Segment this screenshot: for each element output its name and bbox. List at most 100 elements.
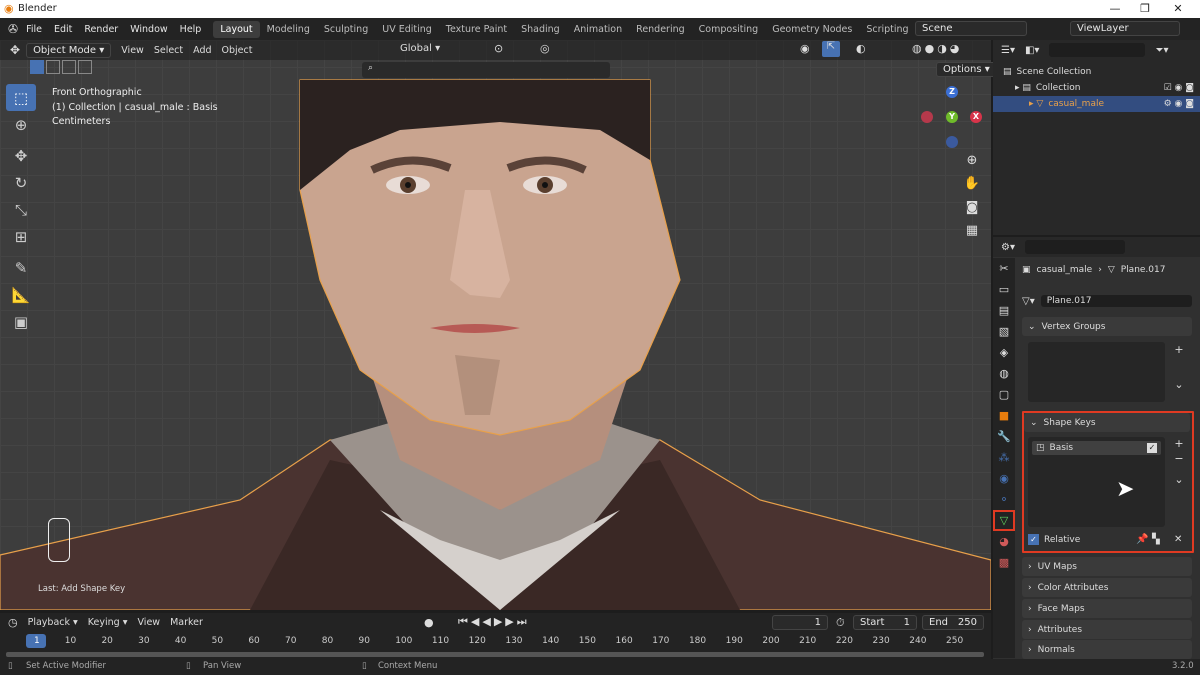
pin-icon[interactable]: 📌 bbox=[1136, 534, 1148, 545]
uv-maps-panel-header[interactable]: › UV Maps bbox=[1022, 557, 1192, 576]
close-button[interactable]: ✕ bbox=[1163, 2, 1193, 15]
visibility-icon[interactable]: ◉ bbox=[800, 42, 810, 55]
transform-orientation-dropdown[interactable]: Global ▾ bbox=[400, 43, 440, 54]
navigation-gizmo[interactable]: Z Y X bbox=[918, 84, 988, 154]
mesh-datablock-field[interactable]: ▽▾ Plane.017 bbox=[1022, 293, 1192, 309]
visibility-eye-icon[interactable]: ☑ ◉ ◙ bbox=[1164, 83, 1194, 93]
last-operation-panel[interactable]: Last: Add Shape Key bbox=[38, 584, 125, 594]
viewport-menu-object[interactable]: Object bbox=[222, 45, 253, 56]
filter-icon[interactable]: ⏷▾ bbox=[1155, 45, 1168, 56]
relative-checkbox[interactable]: ✓ Relative bbox=[1028, 534, 1080, 545]
mesh-data-tab-icon[interactable]: ▽ bbox=[993, 510, 1015, 531]
tab-sculpting[interactable]: Sculpting bbox=[317, 21, 375, 38]
tab-shading[interactable]: Shading bbox=[514, 21, 567, 38]
outliner-row-scene-collection[interactable]: ▤ Scene Collection bbox=[993, 64, 1200, 80]
modifier-tab-icon[interactable]: 🔧 bbox=[993, 426, 1015, 447]
z-axis-icon[interactable]: Z bbox=[946, 86, 958, 98]
marker-menu[interactable]: Marker bbox=[170, 617, 203, 628]
outliner-row-collection[interactable]: ▸ ▤ Collection ☑ ◉ ◙ bbox=[993, 80, 1200, 96]
shape-keys-panel-header[interactable]: ⌄ Shape Keys bbox=[1024, 413, 1190, 432]
viewport-search-bar[interactable]: ⌕ bbox=[362, 62, 610, 78]
outliner-editor-icon[interactable]: ☰▾ bbox=[1001, 45, 1015, 56]
properties-editor-icon[interactable]: ⚙▾ bbox=[1001, 242, 1015, 253]
viewport-menu-add[interactable]: Add bbox=[193, 45, 211, 56]
cursor-tool-icon[interactable]: ⊕ bbox=[6, 111, 36, 138]
playback-menu[interactable]: Playback ▾ bbox=[28, 617, 78, 628]
constraints-tab-icon[interactable]: ⚬ bbox=[993, 489, 1015, 510]
physics-tab-icon[interactable]: ◉ bbox=[993, 468, 1015, 489]
move-tool-icon[interactable]: ✥ bbox=[6, 142, 36, 169]
world-tab-icon[interactable]: ◍ bbox=[993, 363, 1015, 384]
output-tab-icon[interactable]: ▤ bbox=[993, 300, 1015, 321]
current-frame-field[interactable]: 1 bbox=[772, 615, 828, 630]
neg-x-axis-icon[interactable] bbox=[921, 111, 933, 123]
zoom-icon[interactable]: ⊕ bbox=[961, 150, 983, 172]
viewport-menu-view[interactable]: View bbox=[121, 45, 144, 56]
tab-layout[interactable]: Layout bbox=[213, 20, 260, 38]
blender-menu-icon[interactable]: ✇ bbox=[8, 22, 18, 36]
keying-menu[interactable]: Keying ▾ bbox=[88, 617, 128, 628]
color-attributes-panel-header[interactable]: › Color Attributes bbox=[1022, 578, 1192, 597]
maximize-button[interactable]: ❐ bbox=[1130, 2, 1160, 15]
snap-icon[interactable]: ⊙ bbox=[494, 42, 503, 55]
tool-tab-icon[interactable]: ✂ bbox=[993, 258, 1015, 279]
vertex-groups-list[interactable] bbox=[1028, 342, 1165, 402]
display-mode-icon[interactable]: ◧▾ bbox=[1025, 45, 1039, 56]
face-maps-panel-header[interactable]: › Face Maps bbox=[1022, 599, 1192, 618]
timeline-editor-icon[interactable]: ◷ bbox=[8, 616, 18, 629]
rotate-tool-icon[interactable]: ↻ bbox=[6, 169, 36, 196]
timeline-view-menu[interactable]: View bbox=[138, 617, 161, 628]
shape-keys-list[interactable]: ◳ Basis ✓ bbox=[1028, 437, 1165, 527]
start-frame-field[interactable]: Start 1 bbox=[853, 615, 917, 630]
menu-window[interactable]: Window bbox=[130, 24, 167, 35]
properties-search-input[interactable] bbox=[1024, 240, 1125, 254]
view-layer-tab-icon[interactable]: ▧ bbox=[993, 321, 1015, 342]
x-axis-icon[interactable]: X bbox=[970, 111, 982, 123]
pan-hand-icon[interactable]: ✋ bbox=[961, 173, 983, 195]
menu-edit[interactable]: Edit bbox=[54, 24, 72, 35]
menu-help[interactable]: Help bbox=[180, 24, 202, 35]
shape-key-item-basis[interactable]: ◳ Basis ✓ bbox=[1032, 441, 1161, 455]
shape-edit-icon[interactable]: ▚ bbox=[1152, 534, 1160, 545]
y-axis-icon[interactable]: Y bbox=[946, 111, 958, 123]
ortho-grid-icon[interactable]: ▦ bbox=[961, 220, 983, 242]
render-tab-icon[interactable]: ▭ bbox=[993, 279, 1015, 300]
gizmo-toggle-icon[interactable]: ⇱ bbox=[822, 41, 840, 57]
scale-tool-icon[interactable]: ⤡ bbox=[6, 196, 36, 223]
neg-z-axis-icon[interactable] bbox=[946, 136, 958, 148]
clear-shape-icon[interactable]: ✕ bbox=[1174, 534, 1182, 545]
attributes-panel-header[interactable]: › Attributes bbox=[1022, 620, 1192, 639]
scene-selector[interactable]: Scene bbox=[915, 21, 1027, 36]
overlay-icon[interactable]: ◐ bbox=[856, 42, 866, 55]
shape-key-checkbox[interactable]: ✓ bbox=[1147, 443, 1157, 453]
transform-tool-icon[interactable]: ⊞ bbox=[6, 223, 36, 250]
tab-texture-paint[interactable]: Texture Paint bbox=[439, 21, 514, 38]
viewport-menu-select[interactable]: Select bbox=[154, 45, 183, 56]
visibility-eye-icon[interactable]: ⚙ ◉ ◙ bbox=[1164, 99, 1194, 109]
camera-icon[interactable]: ◙ bbox=[961, 197, 983, 219]
menu-render[interactable]: Render bbox=[84, 24, 118, 35]
remove-shape-key-button[interactable]: − bbox=[1172, 452, 1186, 466]
tab-geometry-nodes[interactable]: Geometry Nodes bbox=[765, 21, 859, 38]
scene-tab-icon[interactable]: ◈ bbox=[993, 342, 1015, 363]
outliner-search-input[interactable] bbox=[1049, 43, 1146, 57]
shape-key-menu-icon[interactable]: ⌄ bbox=[1172, 473, 1186, 487]
editor-type-icon[interactable]: ✥ bbox=[10, 43, 20, 57]
playback-controls-icon[interactable]: ⏮◀◀▶▶⏭ bbox=[458, 615, 530, 629]
texture-tab-icon[interactable]: ▩ bbox=[993, 552, 1015, 573]
end-frame-field[interactable]: End 250 bbox=[922, 615, 984, 630]
particles-tab-icon[interactable]: ⁂ bbox=[993, 447, 1015, 468]
tab-animation[interactable]: Animation bbox=[567, 21, 629, 38]
minimize-button[interactable]: — bbox=[1100, 2, 1130, 15]
outliner-row-casual-male[interactable]: ▸ ▽ casual_male ⚙ ◉ ◙ bbox=[993, 96, 1200, 112]
view-layer-selector[interactable]: ViewLayer bbox=[1070, 21, 1180, 36]
tab-scripting[interactable]: Scripting bbox=[859, 21, 915, 38]
selection-mode-buttons[interactable] bbox=[30, 60, 92, 78]
material-tab-icon[interactable]: ◕ bbox=[993, 531, 1015, 552]
add-cube-tool-icon[interactable]: ▣ bbox=[6, 308, 36, 335]
object-tab-icon[interactable]: ■ bbox=[993, 405, 1015, 426]
menu-file[interactable]: File bbox=[26, 24, 42, 35]
timeline-scrollbar[interactable] bbox=[6, 652, 984, 657]
tab-uv-editing[interactable]: UV Editing bbox=[375, 21, 439, 38]
proportional-edit-icon[interactable]: ◎ bbox=[540, 42, 550, 55]
